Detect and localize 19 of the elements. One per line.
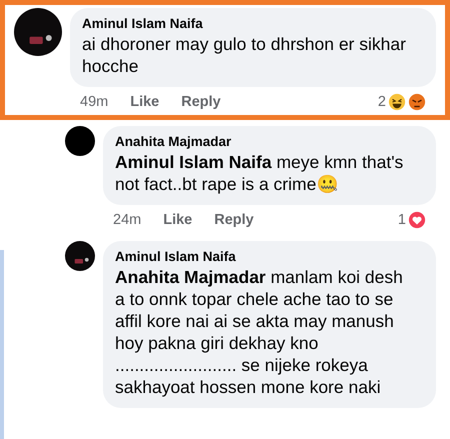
action-link[interactable]: Reply [181,94,221,110]
avatar[interactable] [14,8,62,56]
reaction-count[interactable]: 2 [378,94,386,110]
timestamp[interactable]: 49m [80,94,108,110]
avatar[interactable] [65,241,95,271]
laughing-face-icon [388,93,406,111]
action-link[interactable]: Reply [214,212,254,228]
author-name[interactable]: Aminul Islam Naifa [82,16,424,31]
author-name[interactable]: Aminul Islam Naifa [115,249,406,264]
comment-text: ai dhoroner may gulo to dhrshon er sikhar hocche [82,33,407,77]
comment-text: Anahita Majmadar manlam koi desh a to onnk topar chele ache tao to se affil kore nai ai se akta may manush hoy pakna giri dekhay kno ......................... se nijeke rokeya sakhayoat hossen mone kore naki [115,266,404,398]
reaction-count[interactable]: 1 [398,212,406,228]
comment-text: Aminul Islam Naifa meye kmn that's not fact..bt rape is a crime🤐 [115,151,404,195]
author-name[interactable]: Anahita Majmadar [115,134,406,149]
timestamp[interactable]: 24m [113,212,142,228]
avatar[interactable] [65,126,95,156]
angry-face-icon [408,93,426,111]
action-link[interactable]: Like [163,212,192,228]
action-link[interactable]: Like [130,94,160,110]
